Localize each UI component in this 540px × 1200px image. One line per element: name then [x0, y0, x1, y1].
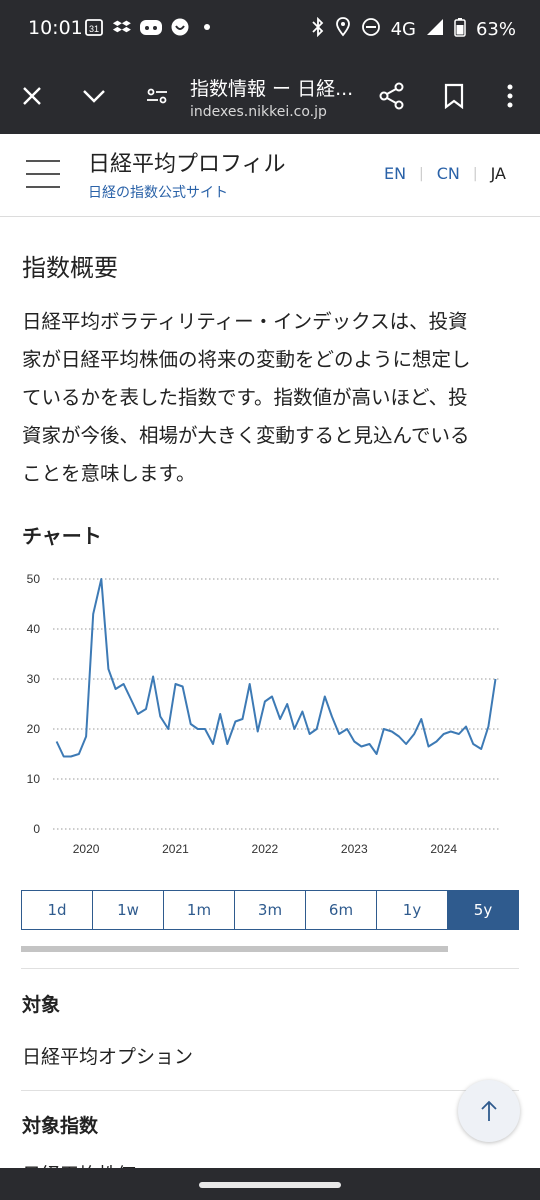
range-1y-button[interactable]: 1y	[377, 891, 448, 929]
more-vert-icon	[507, 84, 513, 108]
status-bar: 10:01 31 4G 63%	[0, 0, 540, 58]
x-tick-label: 2023	[341, 842, 368, 856]
battery-icon	[454, 17, 466, 42]
series-line	[55, 578, 497, 758]
divider	[21, 968, 519, 969]
range-1w-button[interactable]: 1w	[93, 891, 164, 929]
dot-icon	[203, 16, 211, 38]
target-value: 日経平均オプション	[22, 1046, 194, 1068]
minimize-button[interactable]	[74, 76, 114, 116]
site-title[interactable]: 日経平均プロフィル	[88, 146, 286, 178]
range-5y-button[interactable]: 5y	[448, 891, 518, 929]
battery-level: 63%	[475, 19, 516, 40]
range-selector: 1d 1w 1m 3m 6m 1y 5y	[21, 890, 519, 930]
signal-icon	[426, 18, 444, 41]
y-tick-label: 0	[33, 822, 40, 836]
chevron-down-icon	[83, 90, 105, 103]
svg-text:31: 31	[89, 24, 99, 34]
app-circle-icon	[170, 16, 190, 38]
site-subtitle[interactable]: 日経の指数公式サイト	[88, 182, 228, 202]
bookmark-icon	[444, 83, 464, 109]
lang-cn[interactable]: CN	[437, 164, 460, 183]
target-index-label: 対象指数	[22, 1115, 99, 1137]
share-icon	[379, 82, 404, 110]
range-3m-button[interactable]: 3m	[235, 891, 306, 929]
browser-toolbar: 指数情報 ー 日経... indexes.nikkei.co.jp	[0, 58, 540, 134]
x-tick-label: 2024	[430, 842, 457, 856]
app-badge-icon	[139, 16, 163, 38]
target-label: 対象	[22, 994, 61, 1016]
close-icon	[23, 87, 41, 105]
y-tick-label: 30	[27, 672, 41, 686]
range-6m-button[interactable]: 6m	[306, 891, 377, 929]
bookmark-button[interactable]	[434, 76, 474, 116]
system-nav-bar	[0, 1168, 540, 1200]
home-gesture-handle[interactable]	[199, 1182, 341, 1188]
overview-description: 日経平均ボラティリティー・インデックスは、投資 家が日経平均株価の将来の変動をど…	[22, 310, 471, 485]
back-to-top-button[interactable]	[458, 1080, 520, 1142]
x-tick-label: 2022	[252, 842, 279, 856]
chart-heading: チャート	[22, 524, 102, 548]
bluetooth-icon	[311, 16, 325, 42]
calendar-icon: 31	[84, 16, 104, 38]
horizontal-scrollbar[interactable]	[21, 946, 448, 952]
y-tick-label: 50	[27, 572, 41, 586]
dropbox-icon	[112, 16, 132, 38]
range-1d-button[interactable]: 1d	[22, 891, 93, 929]
y-tick-label: 40	[27, 622, 41, 636]
range-1m-button[interactable]: 1m	[164, 891, 235, 929]
status-time: 10:01	[28, 17, 83, 39]
tune-icon	[147, 88, 167, 104]
location-icon	[335, 17, 351, 42]
divider	[21, 1090, 519, 1091]
lang-ja[interactable]: JA	[491, 164, 506, 183]
y-tick-label: 20	[27, 722, 41, 736]
lang-en[interactable]: EN	[384, 164, 406, 183]
volatility-chart[interactable]: 0 10 20 30 40 50 2020 2021 2022 2023 2024	[0, 560, 540, 865]
overview-heading: 指数概要	[22, 254, 118, 282]
more-menu-button[interactable]	[490, 76, 530, 116]
x-tick-label: 2021	[162, 842, 189, 856]
arrow-up-icon	[481, 1100, 497, 1121]
y-tick-label: 10	[27, 772, 41, 786]
page-title: 指数情報 ー 日経...	[190, 78, 354, 100]
page-url[interactable]: indexes.nikkei.co.jp	[190, 104, 327, 120]
menu-button[interactable]	[26, 160, 60, 190]
network-type: 4G	[390, 19, 416, 40]
site-header: 日経平均プロフィル 日経の指数公式サイト EN | CN | JA	[0, 134, 540, 217]
x-tick-label: 2020	[73, 842, 100, 856]
site-settings-button[interactable]	[137, 76, 177, 116]
close-tab-button[interactable]	[12, 76, 52, 116]
hamburger-icon	[26, 160, 60, 162]
dnd-icon	[361, 17, 381, 42]
share-button[interactable]	[372, 76, 412, 116]
language-switcher: EN | CN | JA	[383, 164, 506, 183]
